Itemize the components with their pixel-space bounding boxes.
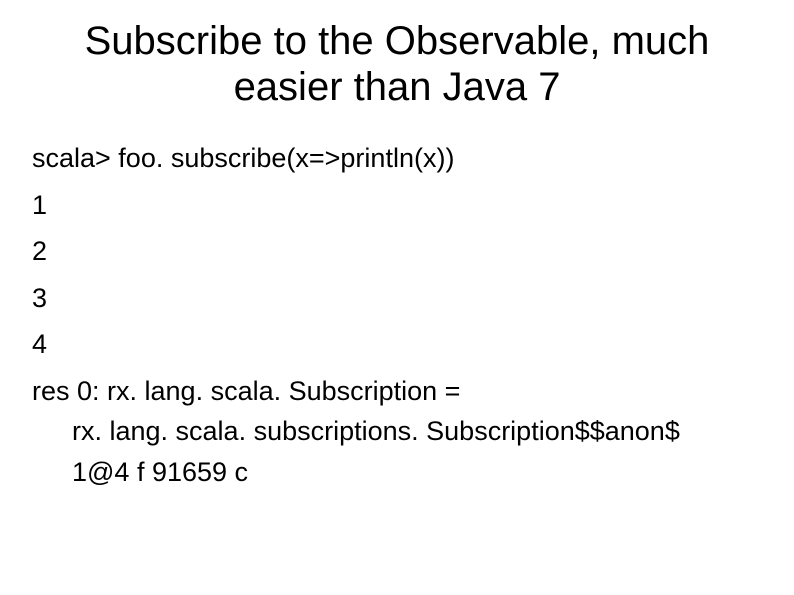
slide-content: scala> foo. subscribe(x=>println(x)) 1 2… xyxy=(30,138,764,492)
output-line-3: 3 xyxy=(32,278,764,319)
code-prompt: scala> foo. subscribe(x=>println(x)) xyxy=(32,138,764,179)
result-block: res 0: rx. lang. scala. Subscription = r… xyxy=(32,371,764,493)
output-line-4: 4 xyxy=(32,324,764,365)
output-line-2: 2 xyxy=(32,231,764,272)
result-line-3: 1@4 f 91659 c xyxy=(32,452,764,493)
output-line-1: 1 xyxy=(32,185,764,226)
result-line-1: res 0: rx. lang. scala. Subscription = xyxy=(32,371,764,412)
result-line-2: rx. lang. scala. subscriptions. Subscrip… xyxy=(32,411,764,452)
slide-title: Subscribe to the Observable, much easier… xyxy=(30,18,764,110)
